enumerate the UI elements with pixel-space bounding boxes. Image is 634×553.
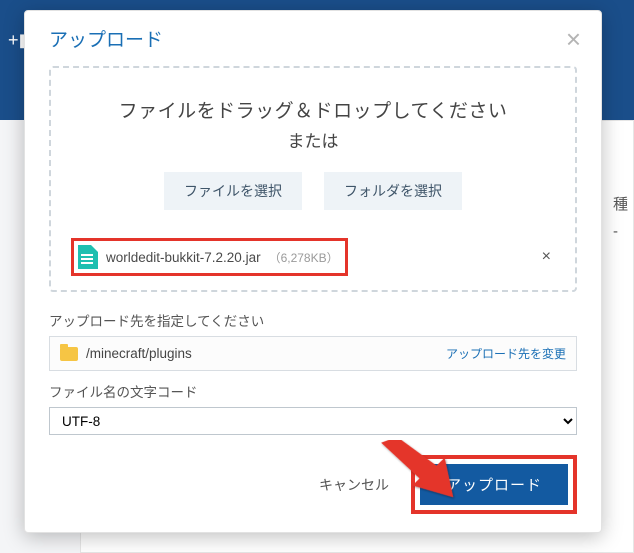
remove-file-icon[interactable]: × xyxy=(542,248,551,266)
select-file-button[interactable]: ファイルを選択 xyxy=(164,172,302,210)
bg-column-header: 種 - xyxy=(613,191,628,245)
folder-icon xyxy=(60,347,78,361)
file-name: worldedit-bukkit-7.2.20.jar xyxy=(106,250,261,265)
destination-box: /minecraft/plugins アップロード先を変更 xyxy=(49,336,577,371)
modal-title: アップロード xyxy=(49,25,163,52)
destination-label: アップロード先を指定してください xyxy=(49,310,577,330)
dropzone-instruction: ファイルをドラッグ＆ドロップしてください xyxy=(61,96,565,123)
cancel-button[interactable]: キャンセル xyxy=(319,475,389,495)
uploaded-file-highlight: worldedit-bukkit-7.2.20.jar （6,278KB） xyxy=(71,238,348,276)
dropzone[interactable]: ファイルをドラッグ＆ドロップしてください または ファイルを選択 フォルダを選択… xyxy=(49,66,577,292)
file-size: （6,278KB） xyxy=(269,249,339,266)
close-icon[interactable]: × xyxy=(566,26,581,52)
upload-button[interactable]: アップロード xyxy=(420,464,568,505)
file-icon xyxy=(78,245,98,269)
upload-button-highlight: アップロード xyxy=(411,455,577,514)
destination-path: /minecraft/plugins xyxy=(86,346,192,361)
encoding-select[interactable]: UTF-8 xyxy=(49,407,577,435)
encoding-label: ファイル名の文字コード xyxy=(49,381,577,401)
change-destination-link[interactable]: アップロード先を変更 xyxy=(446,345,566,362)
select-folder-button[interactable]: フォルダを選択 xyxy=(324,172,462,210)
upload-modal: アップロード × ファイルをドラッグ＆ドロップしてください または ファイルを選… xyxy=(24,10,602,533)
uploaded-file-row: worldedit-bukkit-7.2.20.jar （6,278KB） xyxy=(78,245,339,269)
dropzone-or: または xyxy=(61,127,565,152)
